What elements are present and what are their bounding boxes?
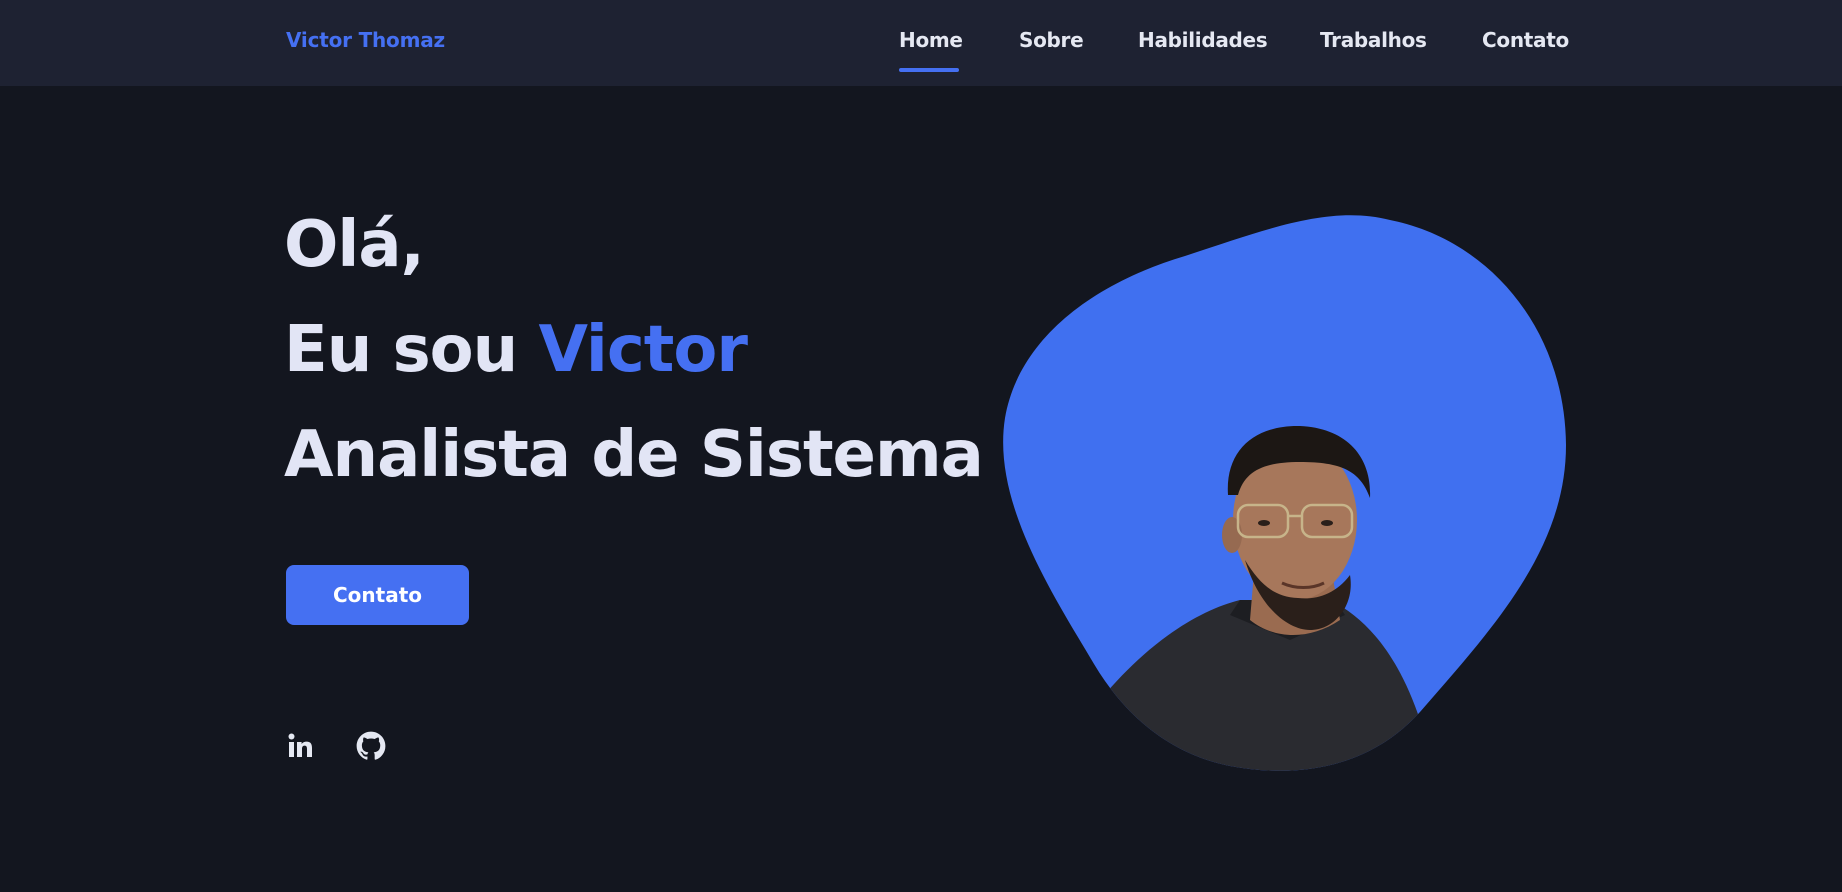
contact-button[interactable]: Contato [286,565,469,625]
profile-photo [1090,425,1430,771]
nav-trabalhos[interactable]: Trabalhos [1320,28,1427,52]
nav-active-indicator [899,68,959,72]
site-logo[interactable]: Victor Thomaz [286,28,445,52]
hero-name: Victor [538,313,747,387]
hero-greeting: Olá, [284,208,425,282]
nav-contato[interactable]: Contato [1482,28,1569,52]
github-icon[interactable] [356,731,386,761]
hero-role: Analista de Sistema [284,418,984,492]
nav-habilidades[interactable]: Habilidades [1138,28,1268,52]
site-header: Victor Thomaz Home Sobre Habilidades Tra… [0,0,1842,86]
hero-intro-prefix: Eu sou [284,313,539,387]
linkedin-icon[interactable] [286,731,316,761]
nav-home[interactable]: Home [899,28,963,52]
hero-intro: Eu sou Victor [284,313,748,387]
nav-sobre[interactable]: Sobre [1019,28,1084,52]
